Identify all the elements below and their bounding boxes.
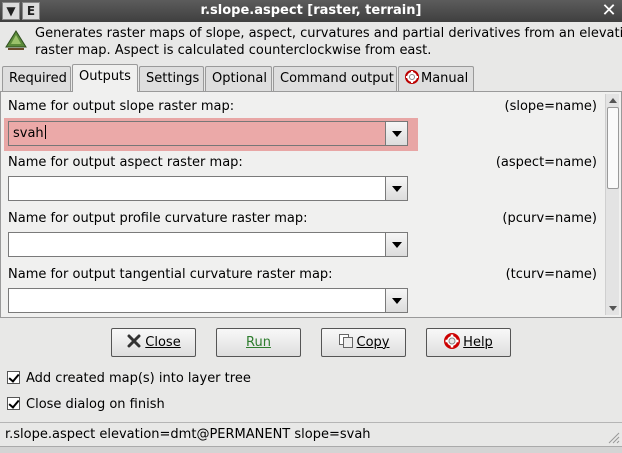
close-on-finish-option[interactable]: Close dialog on finish xyxy=(7,397,165,412)
module-description: Generates raster maps of slope, aspect, … xyxy=(0,22,622,62)
copy-icon xyxy=(338,334,353,348)
window-bottom-edge xyxy=(0,446,622,453)
slope-label: Name for output slope raster map: xyxy=(8,99,235,114)
copy-button-label: Copy xyxy=(356,335,390,350)
window-title: r.slope.aspect [raster, terrain] xyxy=(200,3,422,18)
add-to-layer-tree-checkbox[interactable] xyxy=(7,371,20,384)
scroll-up-icon[interactable] xyxy=(606,94,620,106)
tcurv-label: Name for output tangential curvature ras… xyxy=(8,267,333,282)
aspect-label: Name for output aspect raster map: xyxy=(8,155,243,170)
slope-output-value[interactable]: svah xyxy=(13,125,46,141)
pcurv-key: (pcurv=name) xyxy=(502,211,597,226)
close-x-icon xyxy=(127,334,141,348)
lifebuoy-icon xyxy=(405,70,419,84)
pcurv-label: Name for output profile curvature raster… xyxy=(8,211,308,226)
close-button-label: Close xyxy=(145,335,181,350)
close-on-finish-checkbox[interactable] xyxy=(7,397,20,410)
description-line-1: Generates raster maps of slope, aspect, … xyxy=(35,26,622,41)
help-button-label: Help xyxy=(463,335,493,350)
help-button[interactable]: Help xyxy=(426,328,511,357)
aspect-output-combo[interactable] xyxy=(8,176,408,201)
slope-output-combo[interactable]: svah xyxy=(8,121,408,146)
terrain-icon xyxy=(5,30,27,50)
vertical-scrollbar[interactable] xyxy=(605,94,619,315)
aspect-key: (aspect=name) xyxy=(495,155,597,170)
title-bar: ▼ E r.slope.aspect [raster, terrain] ✕ xyxy=(0,0,622,22)
scroll-down-icon[interactable] xyxy=(606,303,620,315)
chevron-down-icon[interactable] xyxy=(385,122,407,145)
tab-optional[interactable]: Optional xyxy=(205,66,272,91)
outputs-panel: Name for output slope raster map: (slope… xyxy=(0,91,622,318)
resize-grip-icon[interactable] xyxy=(606,430,620,444)
close-on-finish-label: Close dialog on finish xyxy=(26,397,165,412)
run-button[interactable]: Run xyxy=(216,328,301,357)
scroll-thumb[interactable] xyxy=(607,107,619,189)
description-line-2: raster map. Aspect is calculated counter… xyxy=(35,43,432,58)
tab-manual-label: Manual xyxy=(421,71,469,86)
tab-command-output[interactable]: Command output xyxy=(273,66,397,91)
slope-key: (slope=name) xyxy=(504,99,598,114)
close-button[interactable]: Close xyxy=(111,328,196,357)
lifebuoy-icon xyxy=(444,333,461,349)
tab-outputs[interactable]: Outputs xyxy=(72,64,138,92)
chevron-down-icon[interactable] xyxy=(385,177,407,200)
pcurv-output-combo[interactable] xyxy=(8,232,408,257)
text-cursor xyxy=(44,125,46,139)
add-to-layer-tree-label: Add created map(s) into layer tree xyxy=(26,371,251,386)
window-close-button[interactable]: ✕ xyxy=(600,1,618,21)
status-bar: r.slope.aspect elevation=dmt@PERMANENT s… xyxy=(0,422,622,446)
tcurv-key: (tcurv=name) xyxy=(505,267,597,282)
copy-button[interactable]: Copy xyxy=(321,328,406,357)
chevron-down-icon[interactable] xyxy=(385,289,407,312)
tab-manual[interactable]: Manual xyxy=(398,66,474,91)
tab-required[interactable]: Required xyxy=(2,66,71,91)
description-text: Generates raster maps of slope, aspect, … xyxy=(35,25,622,59)
chevron-down-icon[interactable] xyxy=(385,233,407,256)
command-preview: r.slope.aspect elevation=dmt@PERMANENT s… xyxy=(5,427,371,442)
tab-settings[interactable]: Settings xyxy=(139,66,204,91)
add-to-layer-tree-option[interactable]: Add created map(s) into layer tree xyxy=(7,371,251,386)
tcurv-output-combo[interactable] xyxy=(8,288,408,313)
run-button-label: Run xyxy=(246,335,271,350)
